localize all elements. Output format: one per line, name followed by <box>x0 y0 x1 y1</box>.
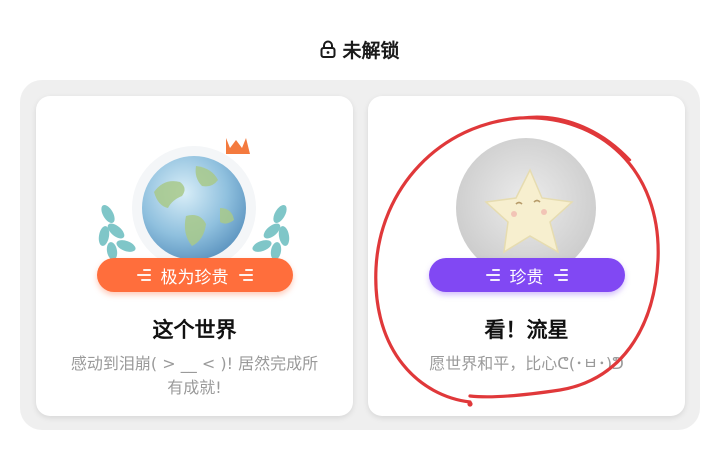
achievement-title: 看！流星 <box>484 318 569 342</box>
description-line: 感动到泪崩( > __ < )! 居然完成所 <box>70 354 319 373</box>
decor-lines-right <box>553 269 568 281</box>
rarity-badge: 珍贵 <box>428 258 625 292</box>
lock-icon <box>320 40 336 58</box>
decor-lines-left <box>136 269 151 281</box>
description-line: 愿世界和平，比心ᕦ(･ㅂ･)ᕤ <box>429 354 624 373</box>
rarity-badge: 极为珍贵 <box>96 258 293 292</box>
globe-icon <box>36 96 353 276</box>
section-header: 未解锁 <box>0 35 720 63</box>
star-icon <box>368 96 685 276</box>
rarity-label: 极为珍贵 <box>160 267 229 288</box>
rarity-label: 珍贵 <box>509 267 544 288</box>
section-title: 未解锁 <box>342 39 400 62</box>
achievement-description: 愿世界和平，比心ᕦ(･ㅂ･)ᕤ <box>386 352 667 376</box>
achievement-title: 这个世界 <box>152 318 237 342</box>
decor-lines-left <box>485 269 500 281</box>
achievement-description: 感动到泪崩( > __ < )! 居然完成所 有成就! <box>54 352 335 400</box>
description-line: 有成就! <box>167 378 222 397</box>
achievement-card-meteor[interactable]: 珍贵 看！流星 愿世界和平，比心ᕦ(･ㅂ･)ᕤ <box>368 96 685 416</box>
decor-lines-right <box>238 269 253 281</box>
achievement-card-world[interactable]: 极为珍贵 这个世界 感动到泪崩( > __ < )! 居然完成所 有成就! <box>36 96 353 416</box>
